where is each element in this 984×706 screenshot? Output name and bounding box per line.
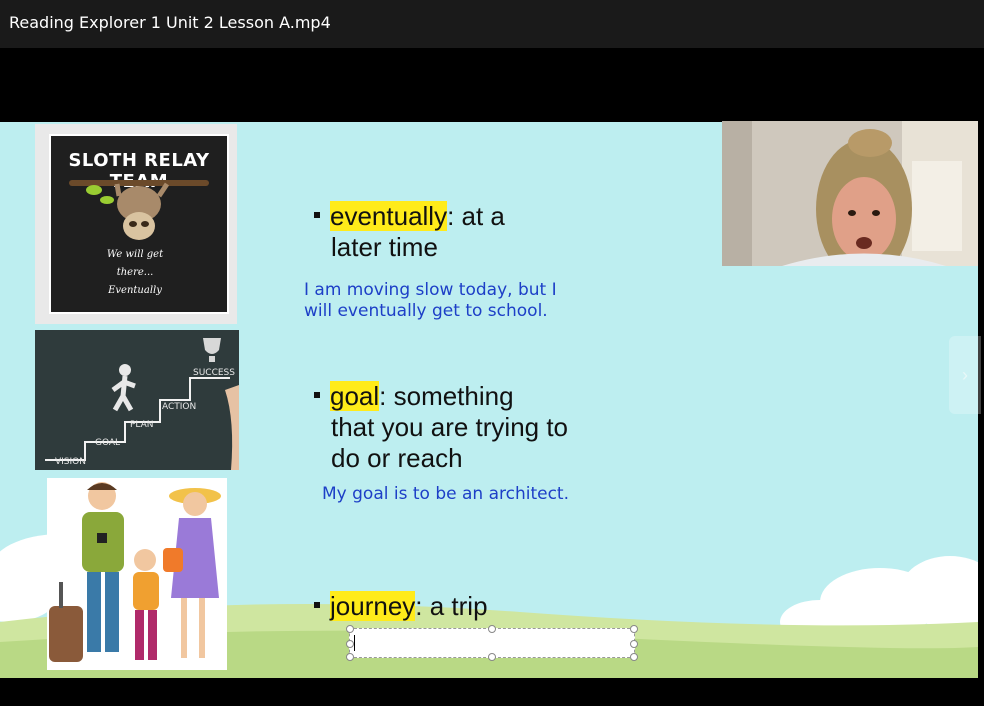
resize-handle-right[interactable] <box>630 640 638 648</box>
vocab-item-eventually: eventually: at a later time <box>314 201 505 263</box>
example-eventually: I am moving slow today, but I will event… <box>304 280 557 322</box>
family-illustration <box>49 482 221 662</box>
stair-label-goal: GOAL <box>95 438 121 448</box>
vocab-word-journey: journey <box>330 591 416 621</box>
chevron-right-icon: › <box>962 364 968 385</box>
vocab-definition-goal-line-2: that you are trying to <box>331 412 569 442</box>
success-stairs-image: VISION GOAL PLAN ACTION SUCCESS <box>35 330 239 470</box>
resize-handle-left[interactable] <box>346 640 354 648</box>
stair-label-action: ACTION <box>162 402 197 412</box>
sloth-caption: We will get there... Eventually <box>99 246 171 300</box>
presenter-video-frame <box>722 121 978 266</box>
stair-label-success: SUCCESS <box>193 368 235 378</box>
sloth-image: SLOTH RELAY TEAM We will get there... Ev… <box>35 124 237 324</box>
resize-handle-top-left[interactable] <box>346 625 354 633</box>
vocab-word-eventually: eventually <box>330 201 448 231</box>
resize-handle-bottom[interactable] <box>488 653 496 661</box>
presenter-webcam <box>722 121 978 266</box>
family-travel-image <box>47 478 227 670</box>
editing-text-box[interactable] <box>346 625 638 661</box>
example-goal: My goal is to be an architect. <box>322 484 569 504</box>
vocab-item-goal: goal: something that you are trying to d… <box>314 381 568 474</box>
vocab-definition-goal-line-3: do or reach <box>331 443 463 473</box>
resize-handle-bottom-right[interactable] <box>630 653 638 661</box>
vocab-item-journey: journey: a trip <box>314 591 488 622</box>
sloth-poster: SLOTH RELAY TEAM We will get there... Ev… <box>49 134 229 314</box>
next-slide-button[interactable]: › <box>949 336 981 414</box>
bullet-square <box>314 602 320 609</box>
sloth-illustration <box>69 180 209 240</box>
sloth-caption-line-2: Eventually <box>108 285 162 296</box>
stair-label-plan: PLAN <box>130 420 154 430</box>
title-bar: Reading Explorer 1 Unit 2 Lesson A.mp4 <box>0 0 984 48</box>
resize-handle-top[interactable] <box>488 625 496 633</box>
vocab-word-goal: goal <box>330 381 380 411</box>
example-eventually-line-2: will eventually get to school. <box>304 301 548 321</box>
vocab-definition-journey: : a trip <box>415 591 488 621</box>
bullet-square <box>314 392 320 399</box>
stairs-drawing <box>45 338 239 470</box>
resize-handle-bottom-left[interactable] <box>346 653 354 661</box>
vocab-definition-goal-line-1: : something <box>379 381 514 411</box>
window-title: Reading Explorer 1 Unit 2 Lesson A.mp4 <box>9 13 331 32</box>
vocab-definition-eventually-line-2: later time <box>331 232 438 262</box>
example-eventually-line-1: I am moving slow today, but I <box>304 280 557 300</box>
text-cursor <box>354 635 355 651</box>
bullet-square <box>314 212 320 219</box>
stair-label-vision: VISION <box>55 457 86 467</box>
vocab-definition-eventually-line-1: : at a <box>447 201 505 231</box>
sloth-caption-line-1: We will get there... <box>106 249 164 278</box>
resize-handle-top-right[interactable] <box>630 625 638 633</box>
